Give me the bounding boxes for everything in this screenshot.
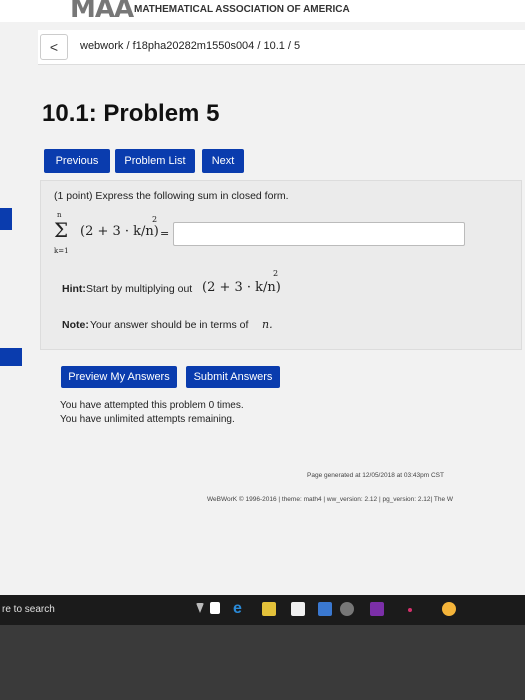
problem-list-button[interactable]: Problem List	[115, 149, 195, 173]
edge-icon[interactable]: e	[233, 601, 247, 617]
maa-header: MAA MATHEMATICAL ASSOCIATION OF AMERICA	[0, 0, 525, 24]
previous-button[interactable]: Previous	[44, 149, 110, 173]
breadcrumb-path[interactable]: webwork / f18pha20282m1550s004 / 10.1 / …	[80, 40, 300, 52]
steam-icon[interactable]	[340, 602, 354, 616]
back-button[interactable]: <	[40, 34, 68, 60]
side-tab-1[interactable]	[0, 208, 12, 230]
media-icon[interactable]	[442, 602, 456, 616]
windows-taskbar: re to search e	[0, 595, 525, 625]
equals-sign: =	[160, 227, 170, 240]
footer-version: WeBWorK © 1996-2016 | theme: math4 | ww_…	[207, 496, 454, 503]
attempts-count: You have attempted this problem 0 times.	[60, 400, 244, 411]
side-tab-2[interactable]	[0, 348, 22, 366]
breadcrumb: < webwork / f18pha20282m1550s004 / 10.1 …	[38, 30, 525, 65]
onenote-icon[interactable]	[370, 602, 384, 616]
hint-expression: (2 + 3 · k/n)	[202, 280, 281, 295]
mail-icon[interactable]	[318, 602, 332, 616]
next-button[interactable]: Next	[202, 149, 244, 173]
taskbar-search[interactable]: re to search	[2, 604, 55, 615]
hint-text: Start by multiplying out	[86, 283, 193, 295]
answer-field[interactable]	[173, 222, 465, 246]
microphone-icon[interactable]	[196, 603, 204, 613]
submit-answers-button[interactable]: Submit Answers	[186, 366, 280, 388]
dot-icon[interactable]	[408, 608, 412, 612]
attempts-remaining: You have unlimited attempts remaining.	[60, 414, 235, 425]
problem-intro: (1 point) Express the following sum in c…	[54, 190, 289, 202]
sum-lower-limit: k=1	[54, 247, 69, 255]
note-variable: n.	[262, 318, 273, 331]
file-explorer-icon[interactable]	[262, 602, 276, 616]
page-title: 10.1: Problem 5	[42, 100, 220, 127]
browser-viewport: MAA MATHEMATICAL ASSOCIATION OF AMERICA …	[0, 0, 525, 595]
note-text: Your answer should be in terms of	[90, 319, 249, 331]
note-label: Note:	[62, 319, 89, 331]
sum-expression: (2 + 3 · k/n)	[80, 224, 159, 239]
laptop-bezel	[0, 625, 525, 700]
task-view-icon[interactable]	[210, 602, 220, 614]
preview-answers-button[interactable]: Preview My Answers	[61, 366, 177, 388]
maa-logo[interactable]: MAA	[70, 0, 134, 24]
sum-symbol: Σ	[54, 218, 69, 242]
org-name: MATHEMATICAL ASSOCIATION OF AMERICA	[134, 4, 350, 15]
footer-generated: Page generated at 12/05/2018 at 03:43pm …	[307, 472, 444, 479]
store-icon[interactable]	[291, 602, 305, 616]
sum-exponent: 2	[152, 215, 158, 224]
hint-label: Hint:	[62, 283, 86, 295]
hint-exponent: 2	[273, 269, 279, 278]
